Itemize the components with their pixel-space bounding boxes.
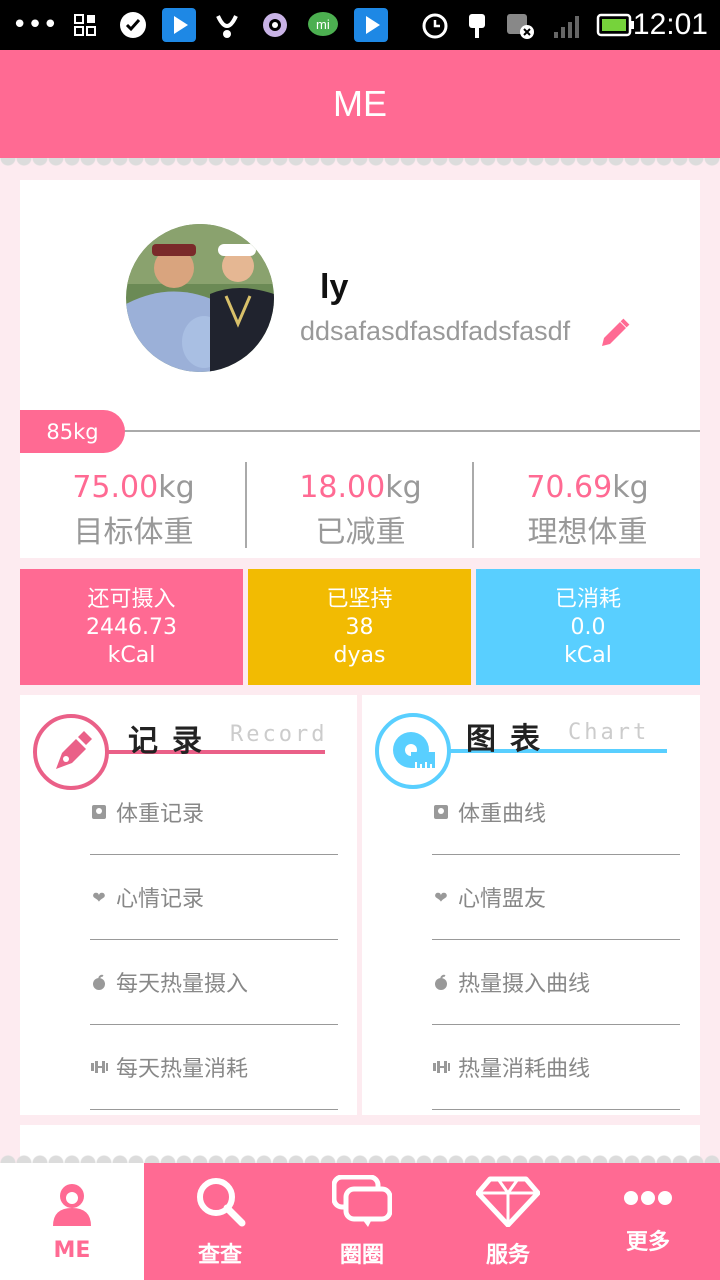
- record-mood[interactable]: ❤ 心情记录: [90, 855, 338, 940]
- list-item-label: 热量摄入曲线: [458, 972, 591, 997]
- dumbbell-icon: [432, 1058, 450, 1076]
- record-subtitle: Record: [230, 722, 328, 747]
- scale-icon: [90, 803, 108, 821]
- tile-calories-burned[interactable]: 已消耗 0.0 kCal: [476, 569, 700, 685]
- circle-app-icon: [258, 8, 292, 42]
- tab-label: 圈圈: [339, 1242, 384, 1268]
- tile-title: 已坚持: [326, 587, 393, 612]
- list-item-label: 热量消耗曲线: [458, 1057, 591, 1082]
- mi-chat-icon: mi: [306, 8, 340, 42]
- chart-intake-curve[interactable]: 热量摄入曲线: [432, 940, 680, 1025]
- tile-unit: dyas: [333, 643, 386, 668]
- record-weight[interactable]: 体重记录: [90, 770, 338, 855]
- tab-service[interactable]: 服务: [436, 1163, 580, 1280]
- apple-icon: [90, 973, 108, 991]
- stat-value: 75.00: [72, 470, 159, 505]
- record-calorie-burn[interactable]: 每天热量消耗: [90, 1025, 338, 1110]
- weight-slider-track: [120, 430, 700, 432]
- person-icon: [49, 1180, 95, 1232]
- app-icon: [210, 8, 244, 42]
- tile-calories-remaining[interactable]: 还可摄入 2446.73 kCal: [20, 569, 243, 685]
- edit-icon[interactable]: [598, 316, 632, 354]
- tile-value: 0.0: [570, 615, 606, 640]
- chart-mood-friends[interactable]: ❤ 心情盟友: [432, 855, 680, 940]
- list-item-label: 每天热量消耗: [116, 1057, 249, 1082]
- tile-unit: kCal: [107, 643, 156, 668]
- tab-circle[interactable]: 圈圈: [290, 1163, 434, 1280]
- tile-unit: kCal: [564, 643, 612, 668]
- more-dots-icon: •••: [12, 10, 59, 40]
- current-weight-badge[interactable]: 85kg: [20, 410, 125, 453]
- tile-value: 2446.73: [86, 615, 177, 640]
- stat-label: 已减重: [315, 515, 406, 550]
- grid-icon: [68, 8, 102, 42]
- tile-title: 还可摄入: [87, 587, 176, 612]
- list-item-label: 体重曲线: [458, 802, 547, 827]
- signal-icon: [552, 8, 586, 42]
- stat-label: 目标体重: [73, 515, 194, 550]
- avatar[interactable]: [126, 224, 274, 372]
- clock: 12:01: [632, 8, 708, 41]
- svg-text:mi: mi: [316, 17, 330, 32]
- tab-label: 服务: [485, 1242, 530, 1268]
- search-icon: [194, 1175, 246, 1233]
- alarm-icon: [418, 8, 452, 42]
- list-item-label: 体重记录: [116, 802, 205, 827]
- battery-icon: [596, 8, 636, 42]
- stat-label: 理想体重: [527, 515, 648, 550]
- chart-subtitle: Chart: [568, 720, 650, 745]
- stat-unit: kg: [158, 470, 195, 505]
- tab-me[interactable]: ME: [0, 1163, 144, 1280]
- list-item-label: 心情盟友: [458, 887, 547, 912]
- tile-title: 已消耗: [554, 587, 621, 612]
- sim-off-icon: [504, 8, 538, 42]
- record-calorie-intake[interactable]: 每天热量摄入: [90, 940, 338, 1025]
- user-signature: ddsafasdfasdfadsfasdf: [300, 316, 571, 346]
- stat-unit: kg: [385, 470, 422, 505]
- chart-title: 图表: [466, 722, 554, 757]
- status-bar: ••• mi 12:01: [0, 0, 720, 50]
- stat-target-weight: 75.00kg 目标体重: [20, 470, 247, 551]
- heart-icon: ❤: [92, 887, 106, 907]
- stat-unit: kg: [612, 470, 649, 505]
- stat-ideal-weight: 70.69kg 理想体重: [474, 470, 701, 551]
- dumbbell-icon: [90, 1058, 108, 1076]
- record-title: 记录: [128, 724, 216, 759]
- tile-value: 38: [345, 615, 374, 640]
- stat-value: 70.69: [526, 470, 613, 505]
- page-title: ME: [0, 50, 720, 158]
- play-store-icon: [162, 8, 196, 42]
- apple-icon: [432, 973, 450, 991]
- tab-search[interactable]: 查查: [148, 1163, 292, 1280]
- scallop-divider-bottom: [0, 1151, 720, 1163]
- chart-weight-curve[interactable]: 体重曲线: [432, 770, 680, 855]
- heart-icon: ❤: [434, 887, 448, 907]
- list-item-label: 心情记录: [116, 887, 205, 912]
- stat-value: 18.00: [299, 470, 386, 505]
- tile-days-persisted[interactable]: 已坚持 38 dyas: [248, 569, 471, 685]
- tab-more[interactable]: 更多: [576, 1163, 720, 1280]
- chart-burn-curve[interactable]: 热量消耗曲线: [432, 1025, 680, 1110]
- usb-icon: [460, 8, 494, 42]
- tab-label: ME: [53, 1238, 91, 1263]
- user-name: ly: [320, 268, 349, 306]
- scale-icon: [432, 803, 450, 821]
- tab-label: 更多: [625, 1229, 670, 1255]
- list-item-label: 每天热量摄入: [116, 972, 249, 997]
- tab-label: 查查: [197, 1242, 242, 1268]
- chat-icon: [331, 1174, 393, 1233]
- check-icon: [116, 8, 150, 42]
- stat-lost-weight: 18.00kg 已减重: [247, 470, 474, 551]
- more-icon: [623, 1188, 673, 1214]
- play-store-icon-2: [354, 8, 388, 42]
- diamond-icon: [475, 1175, 541, 1233]
- scallop-divider: [0, 158, 720, 170]
